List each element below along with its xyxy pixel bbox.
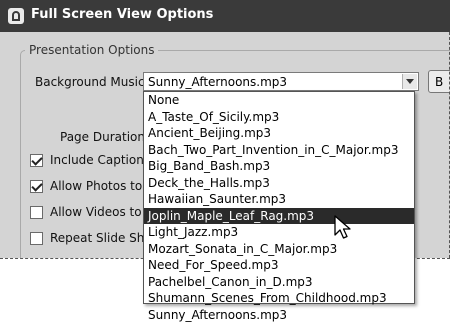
music-option[interactable]: None xyxy=(144,92,414,109)
allow-videos-checkbox[interactable] xyxy=(30,206,43,219)
music-option[interactable]: Big_Band_Bash.mp3 xyxy=(144,158,414,175)
chevron-down-icon[interactable] xyxy=(402,74,417,89)
background-music-dropdown-list[interactable]: None A_Taste_Of_Sicily.mp3 Ancient_Beiji… xyxy=(143,91,415,322)
background-music-select[interactable]: Sunny_Afternoons.mp3 xyxy=(143,72,419,91)
music-option[interactable]: Pachelbel_Canon_in_D.mp3 xyxy=(144,274,414,291)
background-music-label: Background Music: xyxy=(35,75,149,89)
allow-photos-label: Allow Photos to R xyxy=(50,179,155,193)
music-option[interactable]: Bach_Two_Part_Invention_in_C_Major.mp3 xyxy=(144,142,414,159)
music-option[interactable]: Deck_the_Halls.mp3 xyxy=(144,175,414,192)
title-bar: Full Screen View Options xyxy=(0,0,450,32)
allow-photos-checkbox[interactable] xyxy=(30,180,43,193)
music-option[interactable]: Ancient_Beijing.mp3 xyxy=(144,125,414,142)
music-option[interactable]: Shumann_Scenes_From_Childhood.mp3 xyxy=(144,290,414,307)
music-option[interactable]: Hawaiian_Saunter.mp3 xyxy=(144,191,414,208)
window-title: Full Screen View Options xyxy=(31,7,214,22)
app-icon xyxy=(8,8,24,24)
music-option-highlighted[interactable]: Joplin_Maple_Leaf_Rag.mp3 xyxy=(144,207,414,224)
page-duration-label: Page Duration: xyxy=(60,130,150,144)
background-music-value: Sunny_Afternoons.mp3 xyxy=(148,75,288,89)
music-option[interactable]: Light_Jazz.mp3 xyxy=(144,224,414,241)
browse-button[interactable]: B xyxy=(428,70,450,93)
allow-videos-label: Allow Videos to R xyxy=(50,205,154,219)
browse-button-label: B xyxy=(435,75,444,89)
music-option[interactable]: Need_For_Speed.mp3 xyxy=(144,257,414,274)
repeat-slide-show-checkbox[interactable] xyxy=(30,232,43,245)
mouse-pointer-icon xyxy=(334,215,351,239)
music-option[interactable]: Mozart_Sonata_in_C_Major.mp3 xyxy=(144,241,414,258)
include-captions-label: Include Captions xyxy=(50,153,151,167)
include-captions-checkbox[interactable] xyxy=(30,154,43,167)
music-option[interactable]: Sunny_Afternoons.mp3 xyxy=(144,307,414,324)
music-option[interactable]: A_Taste_Of_Sicily.mp3 xyxy=(144,109,414,126)
presentation-options-label: Presentation Options xyxy=(25,43,159,57)
